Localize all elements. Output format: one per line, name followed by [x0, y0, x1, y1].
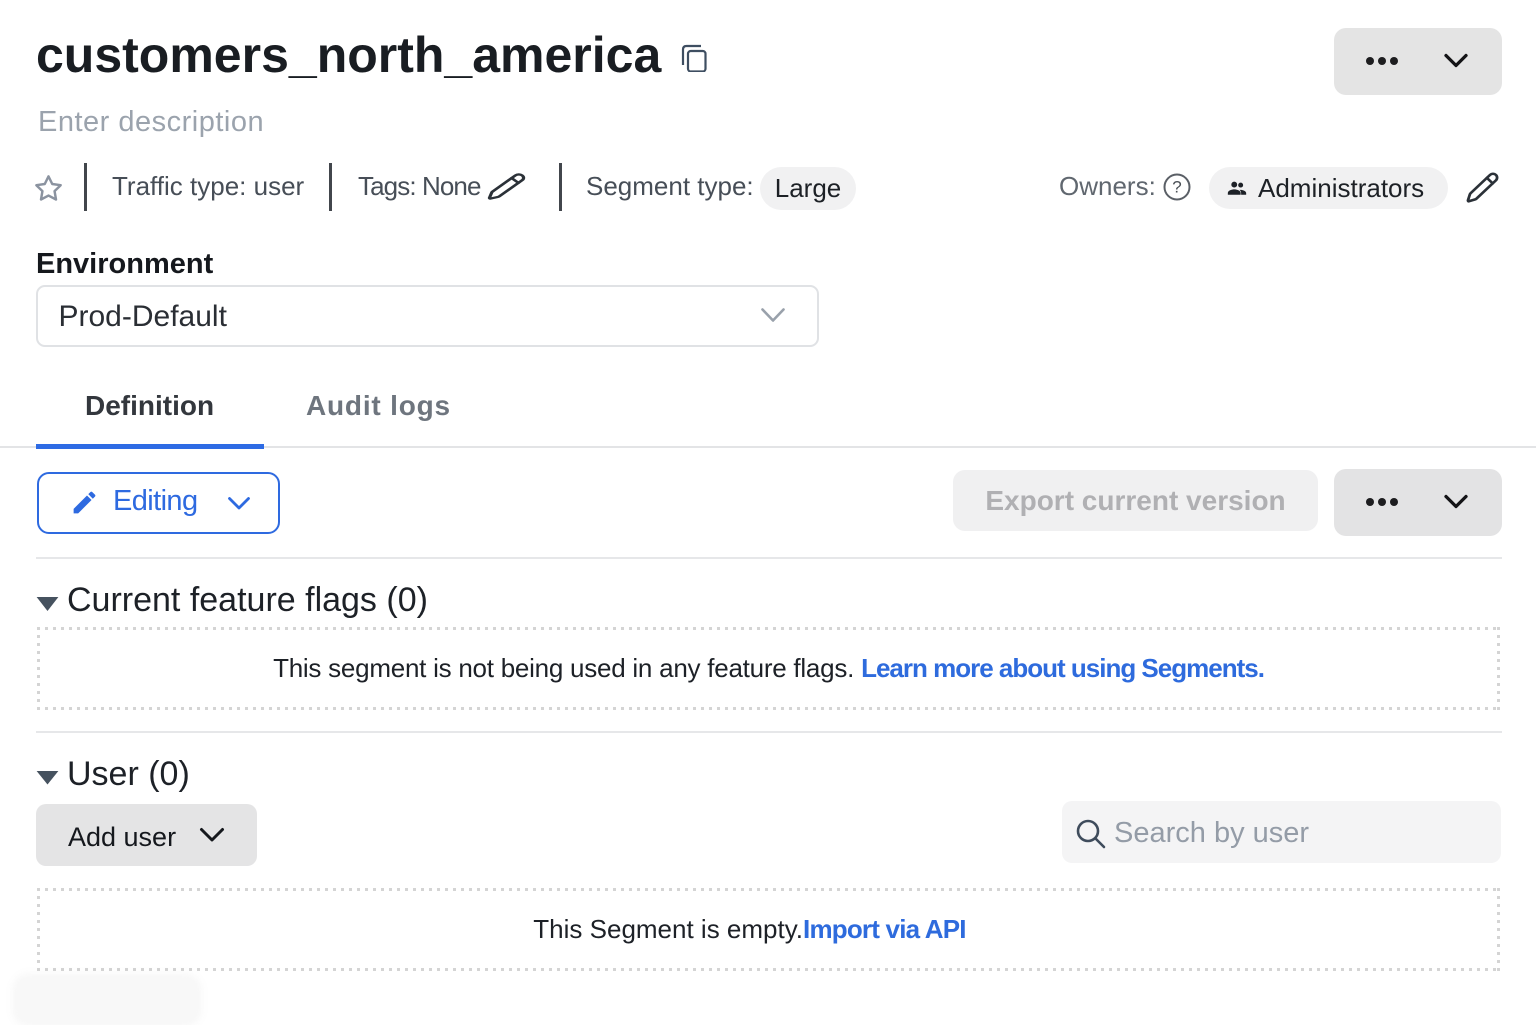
svg-text:?: ? [1172, 178, 1181, 197]
